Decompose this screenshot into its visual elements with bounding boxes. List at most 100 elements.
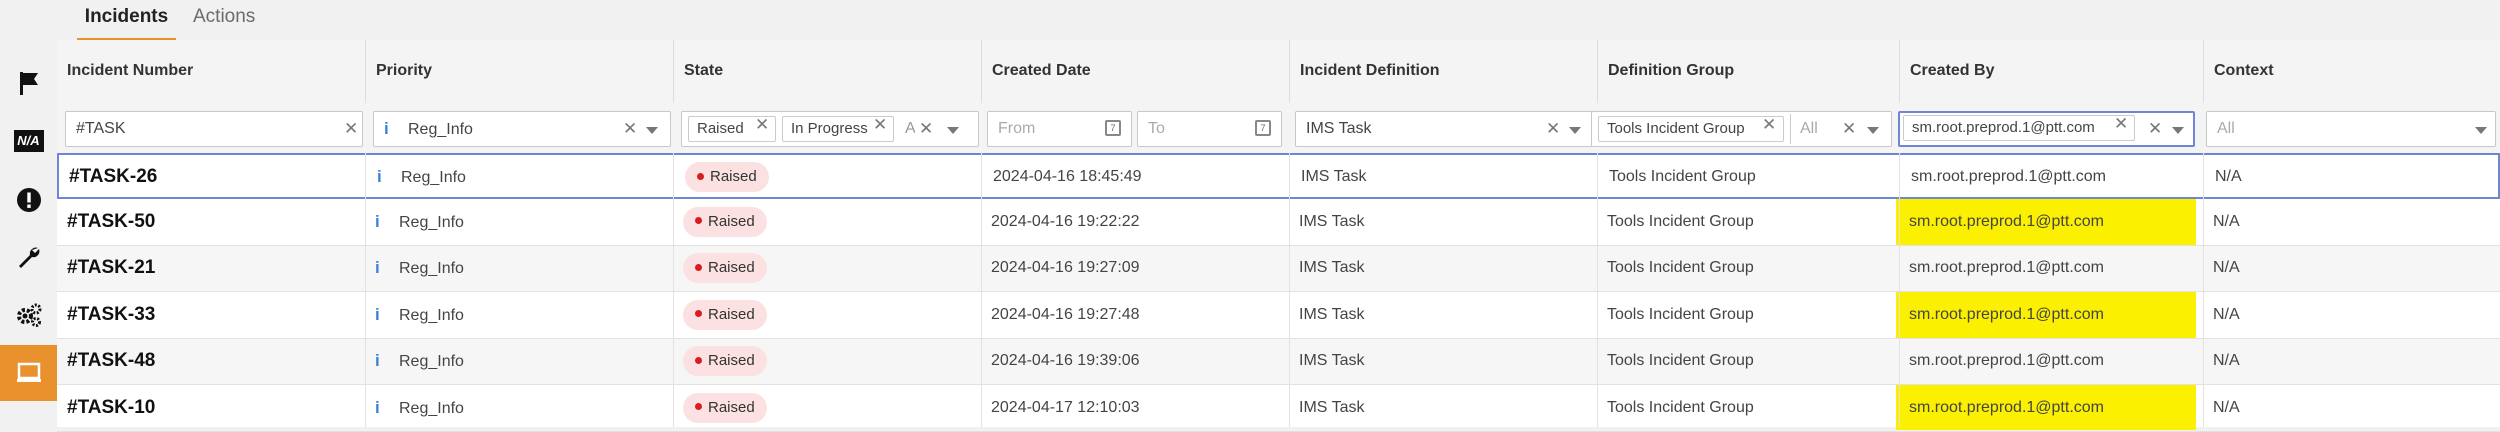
calendar-icon[interactable]: 7 xyxy=(1105,120,1121,136)
table-row[interactable]: #TASK-10 i Reg_Info Raised 2024-04-17 12:10:… xyxy=(57,386,2500,432)
info-icon: i xyxy=(375,397,380,417)
created-by-chip: sm.root.preprod.1@ptt.com ✕ xyxy=(1903,112,2135,141)
gears-icon[interactable] xyxy=(0,287,57,343)
date-from-input[interactable]: From 7 xyxy=(987,111,1132,147)
column-header-created-by[interactable]: Created By xyxy=(1899,40,2203,103)
status-dot-icon xyxy=(695,217,702,225)
tab-actions[interactable]: Actions xyxy=(193,0,255,38)
wrench-icon[interactable] xyxy=(0,230,57,286)
monitor-icon[interactable] xyxy=(0,345,57,401)
created-date-cell: 2024-04-16 18:45:49 xyxy=(993,168,1142,185)
state-cell: Raised xyxy=(673,386,981,431)
remove-chip-icon[interactable]: ✕ xyxy=(1762,113,1776,137)
incident-number[interactable]: #TASK-48 xyxy=(67,350,155,371)
created-by-filter[interactable]: sm.root.preprod.1@ptt.com ✕ ✕ xyxy=(1898,111,2195,147)
column-header-created-date[interactable]: Created Date xyxy=(981,40,1289,103)
status-label: Raised xyxy=(708,352,755,369)
tab-incidents[interactable]: Incidents xyxy=(77,0,176,41)
clear-icon[interactable]: ✕ xyxy=(623,112,637,146)
chevron-down-icon[interactable] xyxy=(1569,127,1581,134)
created-date-cell: 2024-04-16 19:27:48 xyxy=(991,305,1140,323)
column-header-definition-group[interactable]: Definition Group xyxy=(1597,40,1899,103)
sidebar: N/A xyxy=(0,0,57,427)
incident-number-cell: #TASK-48 xyxy=(57,339,365,384)
remove-chip-icon[interactable]: ✕ xyxy=(873,113,887,137)
clear-icon[interactable]: ✕ xyxy=(344,112,358,146)
table-row[interactable]: #TASK-26 i Reg_Info Raised 2024-04-16 18:45:… xyxy=(57,153,2500,199)
clear-icon[interactable]: ✕ xyxy=(1842,112,1856,146)
incidents-grid: Incident Number Priority State Created D… xyxy=(57,40,2500,432)
clear-icon[interactable]: ✕ xyxy=(2148,113,2162,145)
definition-group-cell: Tools Incident Group xyxy=(1607,259,1754,276)
priority-label: Reg_Info xyxy=(401,169,466,186)
context-filter-placeholder: All xyxy=(2217,120,2235,137)
chevron-down-icon[interactable] xyxy=(1867,127,1879,134)
column-header-incident-number[interactable]: Incident Number xyxy=(57,40,365,103)
priority-cell: i Reg_Info xyxy=(365,293,673,338)
context-filter[interactable]: All xyxy=(2206,111,2496,147)
chevron-down-icon[interactable] xyxy=(947,127,959,134)
created-date-cell: 2024-04-17 12:10:03 xyxy=(991,398,1140,416)
incident-number[interactable]: #TASK-50 xyxy=(67,211,155,232)
alert-icon[interactable] xyxy=(0,172,57,228)
incident-number[interactable]: #TASK-33 xyxy=(67,304,155,325)
incident-number-filter[interactable]: #TASK ✕ xyxy=(65,111,363,147)
chevron-down-icon[interactable] xyxy=(2475,127,2487,134)
priority-label: Reg_Info xyxy=(399,306,464,324)
date-to-placeholder: To xyxy=(1148,120,1165,137)
calendar-icon[interactable]: 7 xyxy=(1255,120,1271,136)
incident-number[interactable]: #TASK-26 xyxy=(69,166,157,187)
column-header-incident-definition[interactable]: Incident Definition xyxy=(1289,40,1597,103)
incident-definition-cell: IMS Task xyxy=(1301,168,1367,185)
na-icon[interactable]: N/A xyxy=(0,113,57,169)
table-row[interactable]: #TASK-21 i Reg_Info Raised 2024-04-16 19:27:… xyxy=(57,246,2500,292)
incident-definition-cell: IMS Task xyxy=(1299,305,1365,323)
tab-bar: Incidents Actions xyxy=(57,0,2500,41)
incident-number[interactable]: #TASK-21 xyxy=(67,257,155,278)
incident-definition-cell: IMS Task xyxy=(1299,398,1365,416)
remove-chip-icon[interactable]: ✕ xyxy=(755,113,769,137)
column-divider xyxy=(673,153,674,427)
context-cell: N/A xyxy=(2213,212,2240,230)
flag-icon[interactable] xyxy=(0,55,57,111)
state-cell: Raised xyxy=(675,155,983,200)
priority-cell: i Reg_Info xyxy=(365,246,673,291)
definition-group-filter[interactable]: Tools Incident Group ✕ All ✕ xyxy=(1591,111,1892,147)
column-divider xyxy=(1289,153,1290,427)
clear-icon[interactable]: ✕ xyxy=(1546,112,1560,146)
created-date-cell: 2024-04-16 19:27:09 xyxy=(991,259,1140,276)
info-icon: i xyxy=(384,119,389,138)
priority-label: Reg_Info xyxy=(399,353,464,370)
incident-number[interactable]: #TASK-10 xyxy=(67,397,155,418)
chevron-down-icon[interactable] xyxy=(2172,127,2184,134)
incident-number-cell: #TASK-10 xyxy=(57,386,365,431)
incident-definition-filter[interactable]: IMS Task ✕ xyxy=(1295,111,1593,147)
incident-number-filter-value: #TASK xyxy=(76,120,126,137)
date-to-input[interactable]: To 7 xyxy=(1137,111,1282,147)
priority-filter[interactable]: i Reg_Info ✕ xyxy=(373,111,671,147)
state-chip-in-progress: In Progress ✕ xyxy=(782,113,894,142)
priority-label: Reg_Info xyxy=(399,260,464,277)
remove-chip-icon[interactable]: ✕ xyxy=(2114,112,2128,136)
definition-group-cell: Tools Incident Group xyxy=(1607,352,1754,369)
status-label: Raised xyxy=(708,398,755,416)
table-row[interactable]: #TASK-50 i Reg_Info Raised 2024-04-16 19:22:… xyxy=(57,200,2500,246)
incident-definition-cell: IMS Task xyxy=(1299,212,1365,230)
info-icon: i xyxy=(377,167,382,186)
column-header-context[interactable]: Context xyxy=(2203,40,2500,103)
state-chip-raised: Raised ✕ xyxy=(688,113,776,142)
column-header-priority[interactable]: Priority xyxy=(365,40,673,103)
column-header-state[interactable]: State xyxy=(673,40,981,103)
incident-number-cell: #TASK-33 xyxy=(57,293,365,338)
column-divider xyxy=(2203,153,2204,427)
state-filter[interactable]: Raised ✕ In Progress ✕ A ✕ xyxy=(681,111,979,147)
date-from-placeholder: From xyxy=(998,120,1036,137)
chevron-down-icon[interactable] xyxy=(646,127,658,134)
status-dot-icon xyxy=(695,310,702,318)
info-icon: i xyxy=(375,258,380,277)
clear-icon[interactable]: ✕ xyxy=(919,112,933,146)
created-date-cell: 2024-04-16 19:39:06 xyxy=(991,352,1140,369)
table-row[interactable]: #TASK-48 i Reg_Info Raised 2024-04-16 19:39:… xyxy=(57,339,2500,385)
table-row[interactable]: #TASK-33 i Reg_Info Raised 2024-04-16 19:27:… xyxy=(57,293,2500,339)
info-icon: i xyxy=(375,351,380,370)
